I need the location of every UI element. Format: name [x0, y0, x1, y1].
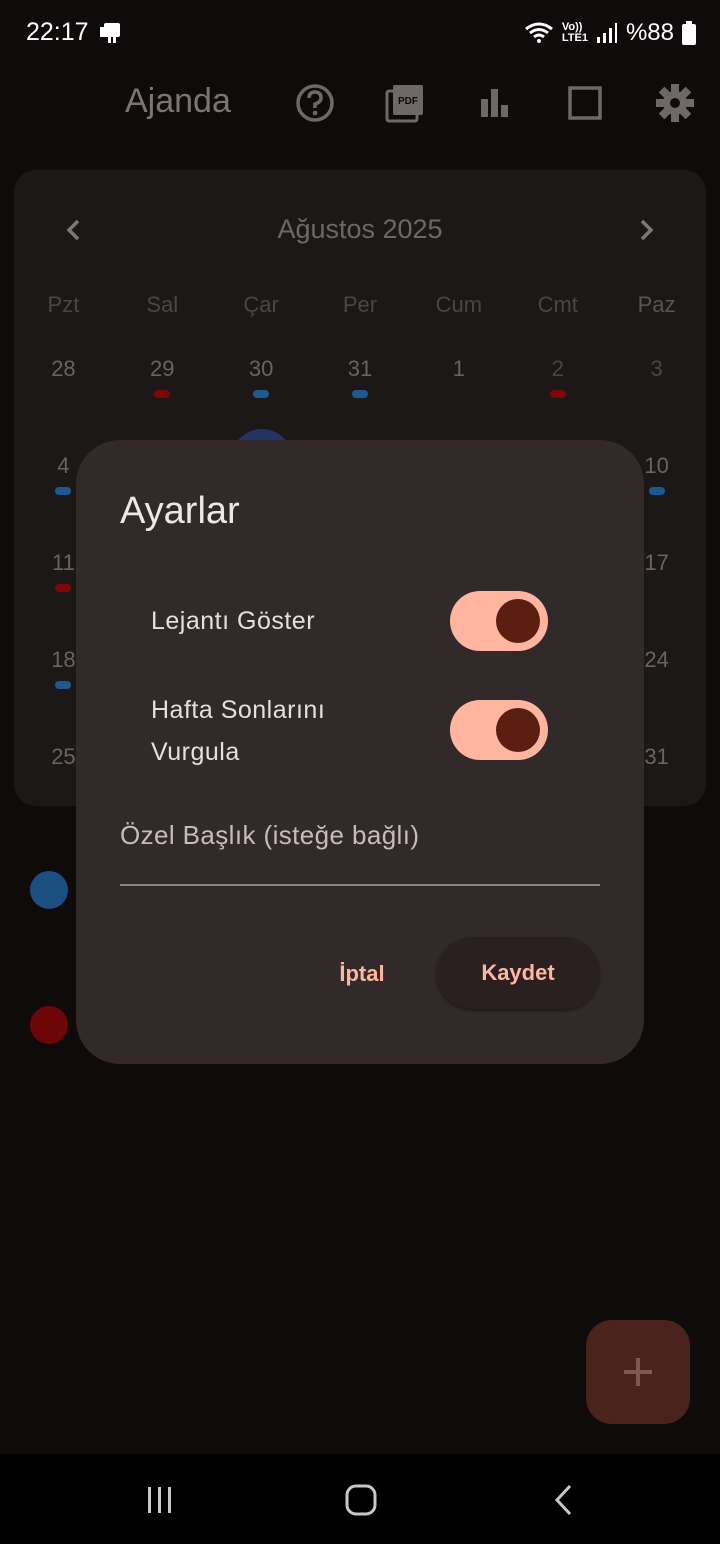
day-number: 31	[347, 356, 373, 381]
settings-dialog: Ayarlar Lejantı Göster Hafta Sonlarını V…	[76, 440, 644, 1064]
view-toggle-button[interactable]	[564, 82, 606, 124]
status-time: 22:17	[26, 18, 89, 46]
day-number: 31	[644, 744, 669, 769]
network-label: LTE1	[561, 32, 588, 44]
day-number: 10	[644, 453, 669, 478]
event-marker	[154, 390, 171, 398]
day-number: 2	[551, 356, 564, 381]
show-legend-switch[interactable]	[450, 591, 548, 651]
cancel-button[interactable]: İptal	[322, 952, 402, 996]
custom-title-input[interactable]: Özel Başlık (isteğe bağlı)	[120, 810, 600, 886]
dialog-title: Ayarlar	[120, 490, 240, 532]
legend-red-dot	[30, 1006, 68, 1044]
weekday-label: Cum	[435, 292, 483, 317]
chevron-right-icon	[640, 219, 654, 241]
weekday-label: Cmt	[537, 292, 578, 317]
svg-text:PDF: PDF	[398, 96, 418, 107]
wifi-icon	[524, 22, 553, 43]
highlight-weekends-label: Hafta Sonlarını Vurgula	[151, 689, 325, 773]
event-marker	[55, 681, 72, 689]
day-number: 28	[51, 356, 76, 381]
day-number: 25	[51, 744, 76, 769]
weekday-label: Sal	[146, 292, 179, 317]
event-marker	[648, 487, 665, 495]
pdf-export-button[interactable]: PDF	[384, 82, 426, 124]
highlight-weekends-line2: Vurgula	[151, 738, 240, 766]
back-icon	[554, 1484, 572, 1516]
show-legend-label: Lejantı Göster	[151, 600, 315, 642]
highlight-weekends-switch[interactable]	[450, 700, 548, 760]
switch-knob	[496, 708, 540, 752]
recents-button[interactable]	[138, 1478, 182, 1522]
custom-title-placeholder: Özel Başlık (isteğe bağlı)	[120, 820, 420, 850]
back-button[interactable]	[542, 1478, 586, 1522]
settings-button[interactable]	[654, 82, 696, 124]
day-number: 30	[248, 356, 274, 381]
app-title: Ajanda	[125, 82, 231, 120]
calendar-day[interactable]: 2	[508, 356, 607, 416]
calendar-week-row: 28 29 30 31 1 2 3	[14, 356, 706, 416]
show-legend-text: Lejantı Göster	[151, 607, 316, 635]
gear-icon	[656, 84, 694, 122]
square-icon	[568, 86, 602, 120]
plus-icon	[624, 1358, 652, 1386]
calendar-day[interactable]: 31	[311, 356, 410, 416]
day-number: 11	[52, 550, 75, 575]
save-button[interactable]: Kaydet	[436, 937, 600, 1009]
legend-blue-dot	[30, 871, 68, 909]
pdf-icon: PDF	[385, 85, 423, 123]
event-marker	[55, 584, 72, 592]
notification-icon	[100, 23, 120, 43]
calendar-day[interactable]: 28	[14, 356, 113, 416]
calendar-day[interactable]: 3	[607, 356, 706, 416]
calendar-month-label: Ağustos 2025	[277, 214, 443, 244]
day-number: 1	[452, 356, 465, 381]
help-button[interactable]	[294, 82, 336, 124]
weekday-label: Pzt	[47, 292, 80, 317]
day-number: 3	[650, 356, 663, 381]
statistics-button[interactable]	[474, 82, 516, 124]
next-month-button[interactable]	[626, 208, 666, 252]
event-marker	[549, 390, 566, 398]
system-nav-bar	[0, 1454, 720, 1544]
add-event-button[interactable]	[586, 1320, 690, 1424]
event-marker	[352, 390, 368, 398]
event-marker	[55, 487, 72, 495]
event-marker	[253, 390, 270, 398]
day-number: 29	[150, 356, 175, 381]
recents-icon	[148, 1487, 171, 1513]
battery-percent: %88	[625, 19, 674, 46]
bar-chart-icon	[481, 89, 508, 117]
weekday-header: Pzt Sal Çar Per Cum Cmt Paz	[14, 292, 706, 318]
day-number: 18	[51, 647, 76, 672]
help-icon	[296, 84, 334, 122]
volte-indicator: Vo)) LTE1	[562, 22, 588, 44]
app-bar: Ajanda PDF	[0, 70, 720, 136]
switch-knob	[496, 599, 540, 643]
status-icons: Vo)) LTE1 %88	[524, 18, 696, 48]
battery-icon	[682, 21, 696, 45]
home-button[interactable]	[339, 1478, 383, 1522]
weekday-label: Per	[342, 292, 378, 317]
weekday-label: Çar	[243, 292, 279, 317]
home-icon	[345, 1484, 377, 1516]
day-number: 24	[644, 647, 669, 672]
status-bar: 22:17 Vo)) LTE1 %88	[0, 0, 720, 66]
signal-icon	[596, 23, 617, 43]
calendar-day[interactable]: 30	[212, 356, 311, 416]
day-number: 4	[57, 453, 70, 478]
calendar-day[interactable]: 1	[409, 356, 508, 416]
weekday-label: Paz	[637, 292, 676, 317]
highlight-weekends-line1: Hafta Sonlarını	[151, 696, 326, 724]
day-number: 17	[644, 550, 669, 575]
calendar-day[interactable]: 29	[113, 356, 212, 416]
